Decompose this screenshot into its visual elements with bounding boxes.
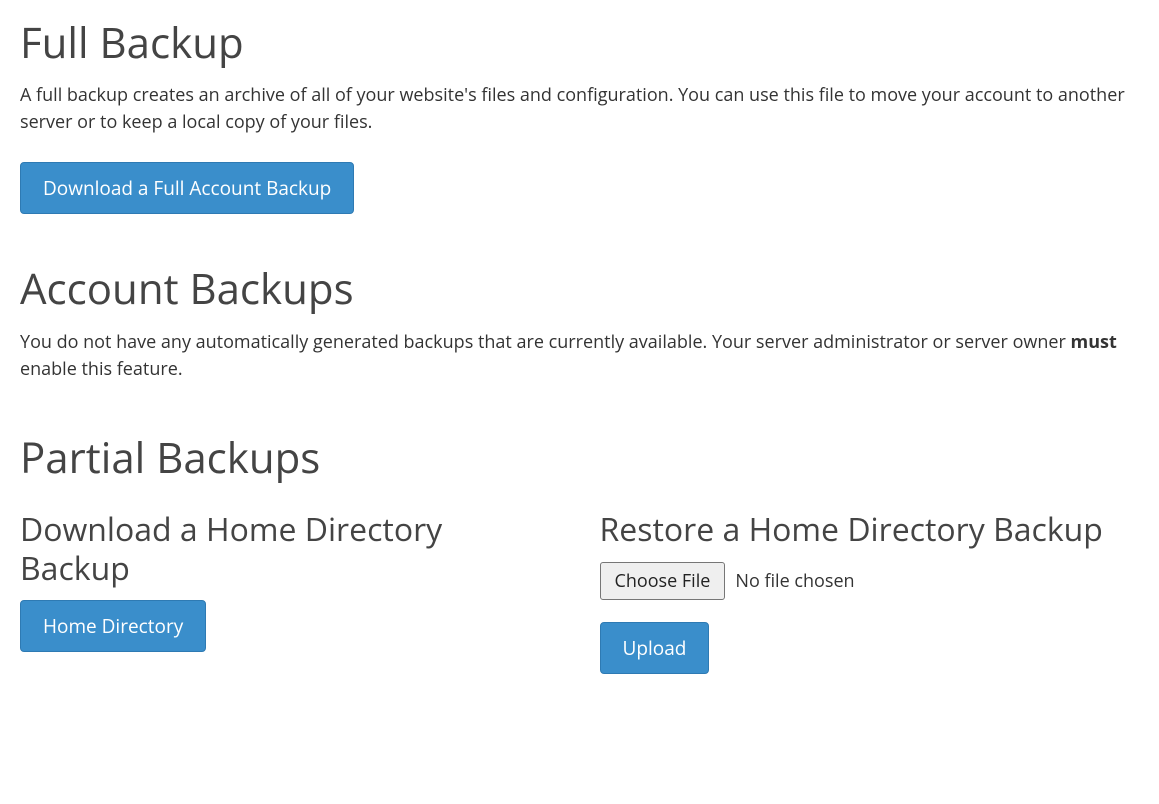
account-backups-heading: Account Backups	[20, 264, 1139, 314]
full-backup-description: A full backup creates an archive of all …	[20, 82, 1139, 136]
choose-file-button[interactable]: Choose File	[600, 562, 726, 600]
upload-button[interactable]: Upload	[600, 622, 710, 674]
no-file-chosen-text: No file chosen	[735, 569, 854, 593]
partial-backups-heading: Partial Backups	[20, 433, 1139, 483]
download-home-dir-heading: Download a Home Directory Backup	[20, 511, 560, 588]
restore-home-dir-heading: Restore a Home Directory Backup	[600, 511, 1140, 549]
account-backups-desc-bold: must	[1071, 330, 1117, 354]
home-directory-button[interactable]: Home Directory	[20, 600, 206, 652]
full-backup-heading: Full Backup	[20, 18, 1139, 68]
account-backups-description: You do not have any automatically genera…	[20, 329, 1139, 383]
account-backups-desc-post: enable this feature.	[20, 357, 183, 381]
account-backups-desc-pre: You do not have any automatically genera…	[20, 330, 1071, 354]
download-full-backup-button[interactable]: Download a Full Account Backup	[20, 162, 354, 214]
